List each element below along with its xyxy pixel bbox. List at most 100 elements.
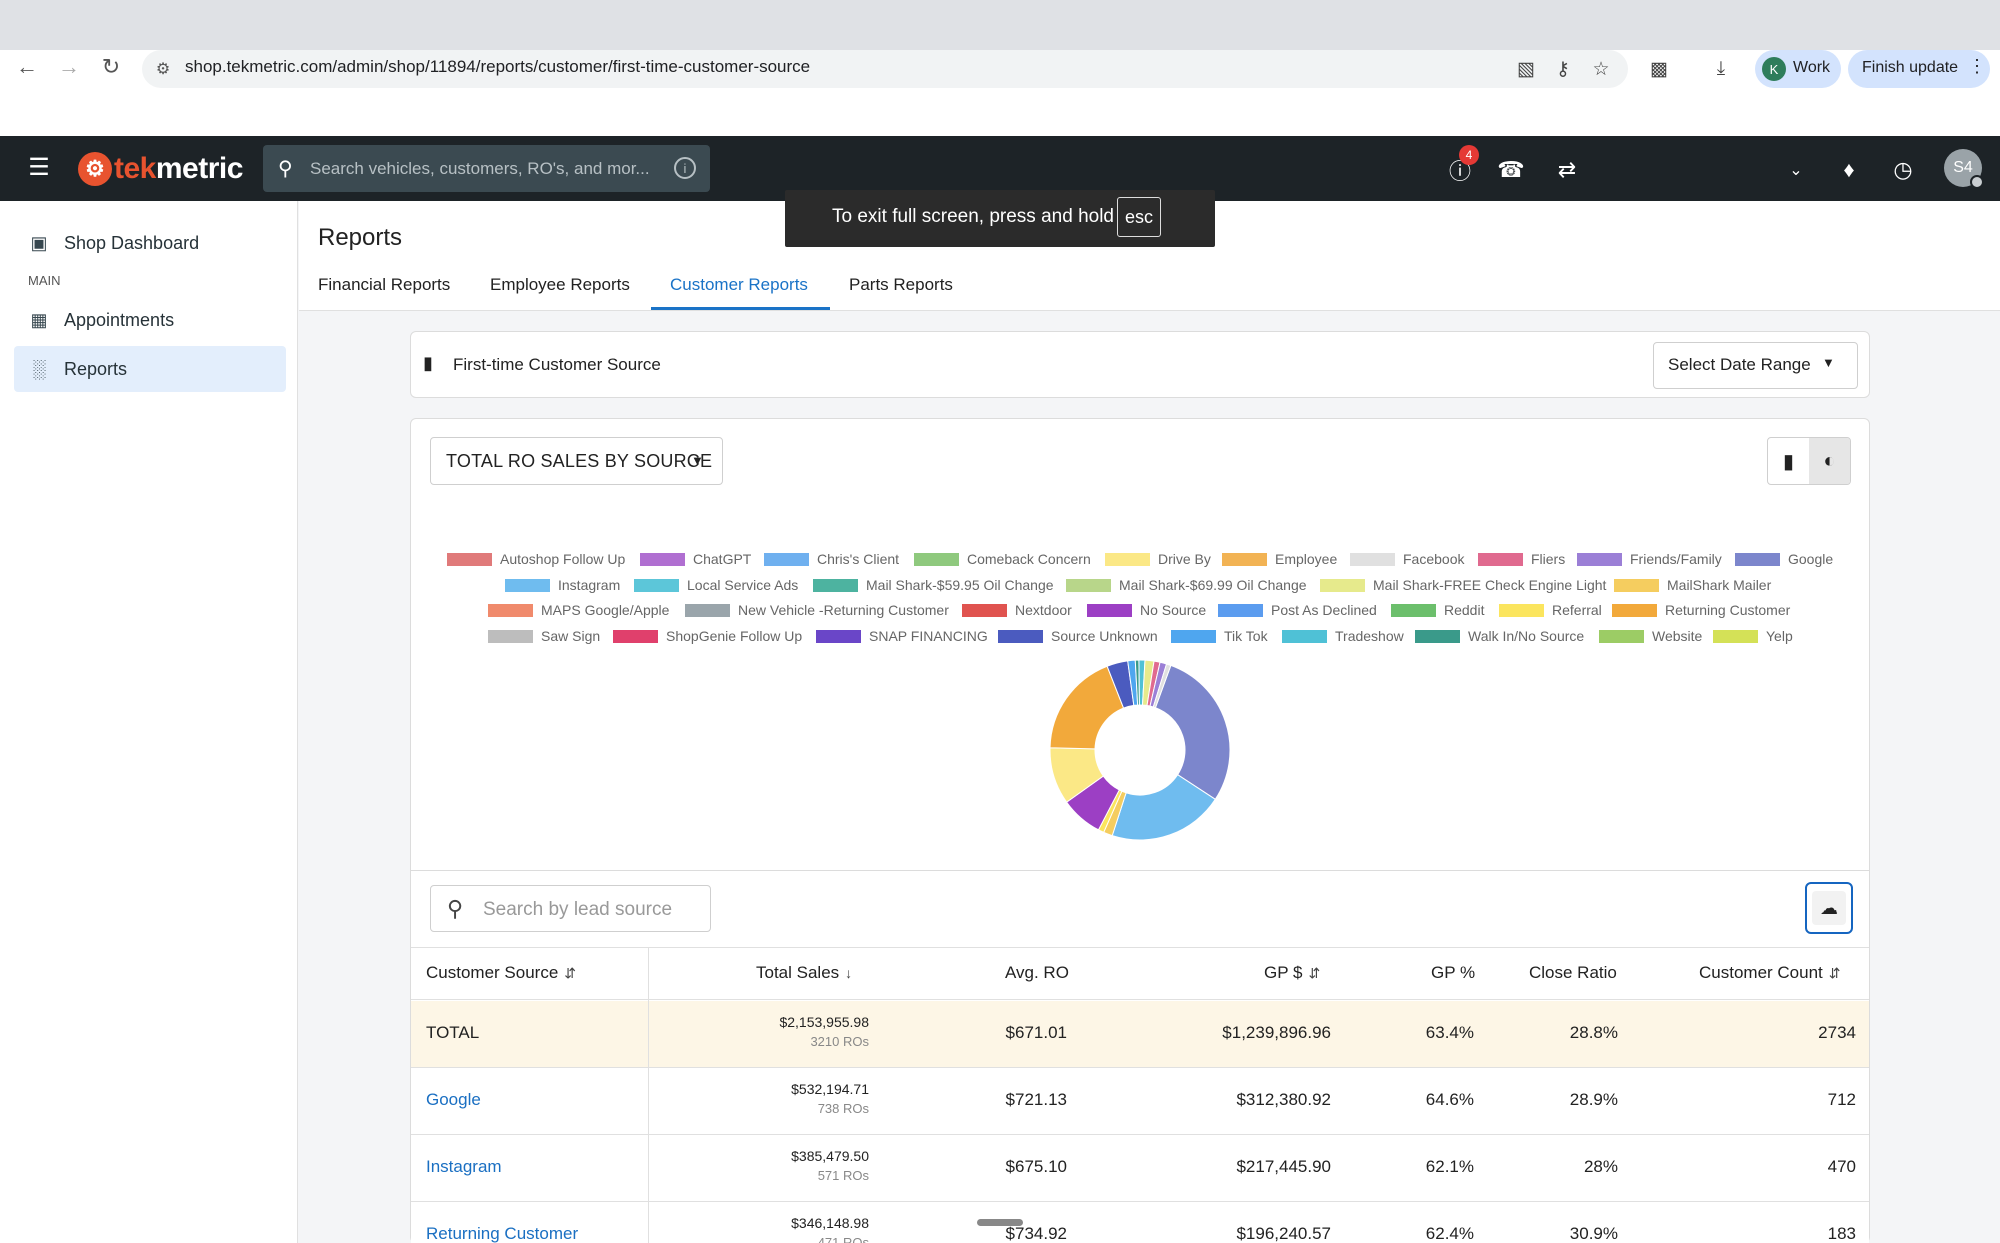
legend-item[interactable]: No Source bbox=[1087, 602, 1206, 618]
legend-item[interactable]: Referral bbox=[1499, 602, 1602, 618]
forward-icon[interactable]: → bbox=[54, 52, 84, 82]
status-dot bbox=[1970, 175, 1984, 189]
calendar-icon: ▦ bbox=[30, 309, 48, 330]
cell-customer-source[interactable]: Instagram bbox=[426, 1157, 502, 1177]
legend-item[interactable]: Comeback Concern bbox=[914, 551, 1091, 567]
legend-item[interactable]: Facebook bbox=[1350, 551, 1464, 567]
legend-item[interactable]: Mail Shark-$69.99 Oil Change bbox=[1066, 577, 1307, 593]
legend-item[interactable]: Local Service Ads bbox=[634, 577, 798, 593]
export-button[interactable]: ☁ bbox=[1805, 882, 1853, 934]
legend-item[interactable]: Google bbox=[1735, 551, 1833, 567]
legend-swatch bbox=[505, 578, 550, 592]
legend-item[interactable]: Fliers bbox=[1478, 551, 1565, 567]
legend-item[interactable]: Tradeshow bbox=[1282, 628, 1404, 644]
legend-item[interactable]: Instagram bbox=[505, 577, 620, 593]
bar-chart-toggle-icon[interactable]: ▮ bbox=[1768, 438, 1809, 484]
legend-item[interactable]: Employee bbox=[1222, 551, 1337, 567]
support-headset-icon[interactable]: ☎ bbox=[1496, 155, 1526, 185]
legend-item[interactable]: Post As Declined bbox=[1218, 602, 1377, 618]
legend-swatch bbox=[1499, 603, 1544, 617]
cell-customer-source[interactable]: Returning Customer bbox=[426, 1224, 578, 1243]
info-icon[interactable]: i bbox=[674, 157, 696, 179]
tab-financial-reports[interactable]: Financial Reports bbox=[318, 275, 450, 295]
url-text[interactable]: shop.tekmetric.com/admin/shop/11894/repo… bbox=[185, 57, 810, 77]
legend-item[interactable]: Drive By bbox=[1105, 551, 1211, 567]
legend-item[interactable]: Tik Tok bbox=[1171, 628, 1268, 644]
legend-item[interactable]: SNAP FINANCING bbox=[816, 628, 988, 644]
cell-gp-percent: 62.1% bbox=[1425, 1157, 1474, 1176]
sort-icon[interactable]: ⇵ bbox=[564, 965, 576, 981]
legend-item[interactable]: Autoshop Follow Up bbox=[447, 551, 625, 567]
horizontal-scrollbar[interactable] bbox=[977, 1219, 1023, 1226]
legend-item[interactable]: MailShark Mailer bbox=[1614, 577, 1771, 593]
column-header-customer-count[interactable]: Customer Count ⇵ bbox=[1699, 963, 1841, 983]
column-header-avg-ro: Avg. RO bbox=[1005, 963, 1069, 982]
column-header-customer-source[interactable]: Customer Source ⇵ bbox=[426, 963, 576, 983]
notifications-bell-icon[interactable]: ♦ bbox=[1834, 155, 1864, 185]
legend-label: Chris's Client bbox=[817, 551, 900, 567]
legend-item[interactable]: New Vehicle -Returning Customer bbox=[685, 602, 949, 618]
legend-item[interactable]: MAPS Google/Apple bbox=[488, 602, 669, 618]
sort-icon[interactable]: ⇵ bbox=[1308, 965, 1320, 981]
cell-customer-count: 183 bbox=[1827, 1224, 1856, 1243]
browser-menu-icon[interactable]: ⋮ bbox=[1968, 56, 1986, 77]
legend-item[interactable]: Friends/Family bbox=[1577, 551, 1722, 567]
donut-chart bbox=[1049, 659, 1231, 841]
legend-swatch bbox=[1350, 552, 1395, 566]
sidebar-item-shop-dashboard[interactable]: ▣ Shop Dashboard bbox=[14, 220, 286, 266]
legend-label: Source Unknown bbox=[1051, 628, 1158, 644]
legend-item[interactable]: Mail Shark-$59.95 Oil Change bbox=[813, 577, 1054, 593]
password-key-icon[interactable]: ⚷ bbox=[1550, 56, 1576, 82]
legend-item[interactable]: Source Unknown bbox=[998, 628, 1158, 644]
cell-close-ratio: 30.9% bbox=[1569, 1224, 1618, 1243]
sort-desc-icon[interactable]: ↓ bbox=[845, 965, 852, 981]
tab-employee-reports[interactable]: Employee Reports bbox=[490, 275, 630, 295]
switch-shop-icon[interactable]: ⇄ bbox=[1552, 155, 1582, 185]
legend-label: SNAP FINANCING bbox=[869, 628, 988, 644]
legend-swatch bbox=[1735, 552, 1780, 566]
chevron-down-icon[interactable]: ⌄ bbox=[1781, 155, 1811, 185]
back-icon[interactable]: ← bbox=[12, 52, 42, 82]
legend-item[interactable]: Reddit bbox=[1391, 602, 1484, 618]
extensions-icon[interactable]: ▩ bbox=[1646, 56, 1672, 82]
legend-item[interactable]: Nextdoor bbox=[962, 602, 1072, 618]
sort-icon[interactable]: ⇵ bbox=[1829, 965, 1841, 981]
legend-item[interactable]: Chris's Client bbox=[764, 551, 899, 567]
dashboard-icon: ▣ bbox=[30, 232, 48, 253]
legend-item[interactable]: Yelp bbox=[1713, 628, 1793, 644]
download-icon[interactable]: ⤓ bbox=[1708, 56, 1734, 82]
bookmark-star-icon[interactable]: ☆ bbox=[1588, 56, 1614, 82]
tekmetric-logo[interactable]: ⚙ tek metric bbox=[78, 149, 243, 189]
donut-slice[interactable] bbox=[1154, 664, 1231, 801]
legend-label: Mail Shark-FREE Check Engine Light bbox=[1373, 577, 1607, 593]
cell-gp-percent: 62.4% bbox=[1425, 1224, 1474, 1243]
cell-ro-count: 3210 ROs bbox=[810, 1034, 869, 1049]
legend-item[interactable]: Saw Sign bbox=[488, 628, 600, 644]
legend-item[interactable]: Website bbox=[1599, 628, 1702, 644]
legend-label: Post As Declined bbox=[1271, 602, 1377, 618]
cell-customer-source[interactable]: Google bbox=[426, 1090, 481, 1110]
legend-label: Employee bbox=[1275, 551, 1338, 567]
legend-item[interactable]: ChatGPT bbox=[640, 551, 751, 567]
reload-icon[interactable]: ↻ bbox=[96, 52, 126, 82]
legend-label: Mail Shark-$59.95 Oil Change bbox=[866, 577, 1054, 593]
legend-item[interactable]: Walk In/No Source bbox=[1415, 628, 1584, 644]
tab-parts-reports[interactable]: Parts Reports bbox=[849, 275, 953, 295]
install-app-icon[interactable]: ▧ bbox=[1513, 56, 1539, 82]
legend-item[interactable]: ShopGenie Follow Up bbox=[613, 628, 802, 644]
legend-swatch bbox=[613, 629, 658, 643]
legend-item[interactable]: Returning Customer bbox=[1612, 602, 1790, 618]
column-header-total-sales[interactable]: Total Sales ↓ bbox=[756, 963, 852, 983]
menu-icon[interactable]: ☰ bbox=[26, 154, 52, 181]
column-header-gp-dollars[interactable]: GP $ ⇵ bbox=[1264, 963, 1320, 983]
legend-item[interactable]: Mail Shark-FREE Check Engine Light bbox=[1320, 577, 1606, 593]
history-clock-icon[interactable]: ◷ bbox=[1888, 155, 1918, 185]
legend-swatch bbox=[962, 603, 1007, 617]
site-info-icon[interactable]: ⚙ bbox=[152, 58, 174, 80]
pie-chart-toggle-icon[interactable]: ◐ bbox=[1809, 438, 1850, 484]
sidebar-item-appointments[interactable]: ▦ Appointments bbox=[14, 297, 286, 343]
legend-label: Referral bbox=[1552, 602, 1602, 618]
tab-customer-reports[interactable]: Customer Reports bbox=[670, 275, 808, 295]
table-row bbox=[411, 1135, 1869, 1202]
sidebar-item-reports[interactable]: ░ Reports bbox=[14, 346, 286, 392]
